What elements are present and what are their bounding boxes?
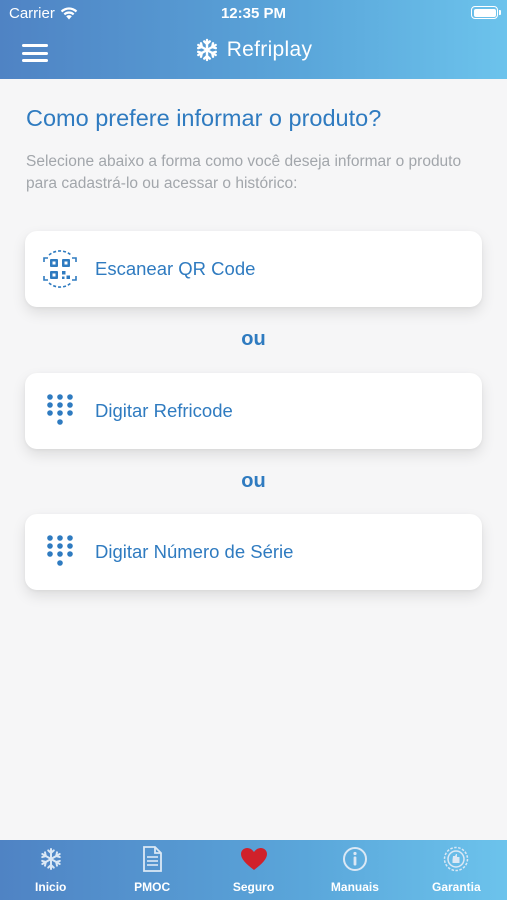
- tab-seguro[interactable]: Seguro: [203, 840, 304, 900]
- enter-refricode-label: Digitar Refricode: [95, 400, 233, 421]
- app-title: Refriplay: [226, 38, 313, 61]
- tab-inicio[interactable]: Inicio: [0, 840, 101, 900]
- page-subtitle: Selecione abaixo a forma como você desej…: [26, 153, 462, 192]
- snowflake-icon: [39, 846, 63, 872]
- keypad-icon: [25, 392, 95, 430]
- tab-garantia[interactable]: Garantia: [406, 840, 507, 900]
- page-title: Como prefere informar o produto?: [26, 105, 382, 131]
- document-icon: [142, 846, 163, 872]
- separator-text: ou: [241, 328, 266, 350]
- tab-garantia-label: Garantia: [431, 880, 481, 894]
- info-icon: [342, 846, 368, 872]
- main-content: Como prefere informar o produto? Selecio…: [0, 79, 507, 841]
- header: Carrier 12:35 PM Refriplay: [0, 0, 507, 79]
- status-bar: Carrier 12:35 PM: [0, 0, 507, 28]
- battery-icon: [471, 6, 501, 19]
- tab-inicio-label: Inicio: [35, 880, 67, 894]
- separator-text: ou: [241, 470, 266, 492]
- qr-scan-icon: [25, 250, 95, 288]
- enter-serial-number-button[interactable]: Digitar Número de Série: [25, 514, 482, 590]
- snowflake-logo-icon: [196, 38, 217, 62]
- tab-bar: Inicio PMOC Seguro Manuais Garantia: [0, 840, 507, 900]
- enter-serial-number-label: Digitar Número de Série: [95, 541, 294, 562]
- nav-bar: Refriplay: [0, 28, 507, 79]
- scan-qr-button[interactable]: Escanear QR Code: [25, 231, 482, 307]
- tab-pmoc[interactable]: PMOC: [101, 840, 202, 900]
- tab-pmoc-label: PMOC: [134, 880, 171, 894]
- tab-manuais[interactable]: Manuais: [304, 840, 405, 900]
- tab-manuais-label: Manuais: [330, 880, 379, 894]
- enter-refricode-button[interactable]: Digitar Refricode: [25, 373, 482, 449]
- scan-qr-label: Escanear QR Code: [95, 258, 256, 279]
- heart-icon: [240, 846, 268, 872]
- tab-seguro-label: Seguro: [232, 880, 275, 894]
- seal-icon: [443, 846, 469, 872]
- keypad-icon: [25, 533, 95, 571]
- status-time: 12:35 PM: [220, 5, 287, 22]
- app-brand: Refriplay: [0, 38, 507, 62]
